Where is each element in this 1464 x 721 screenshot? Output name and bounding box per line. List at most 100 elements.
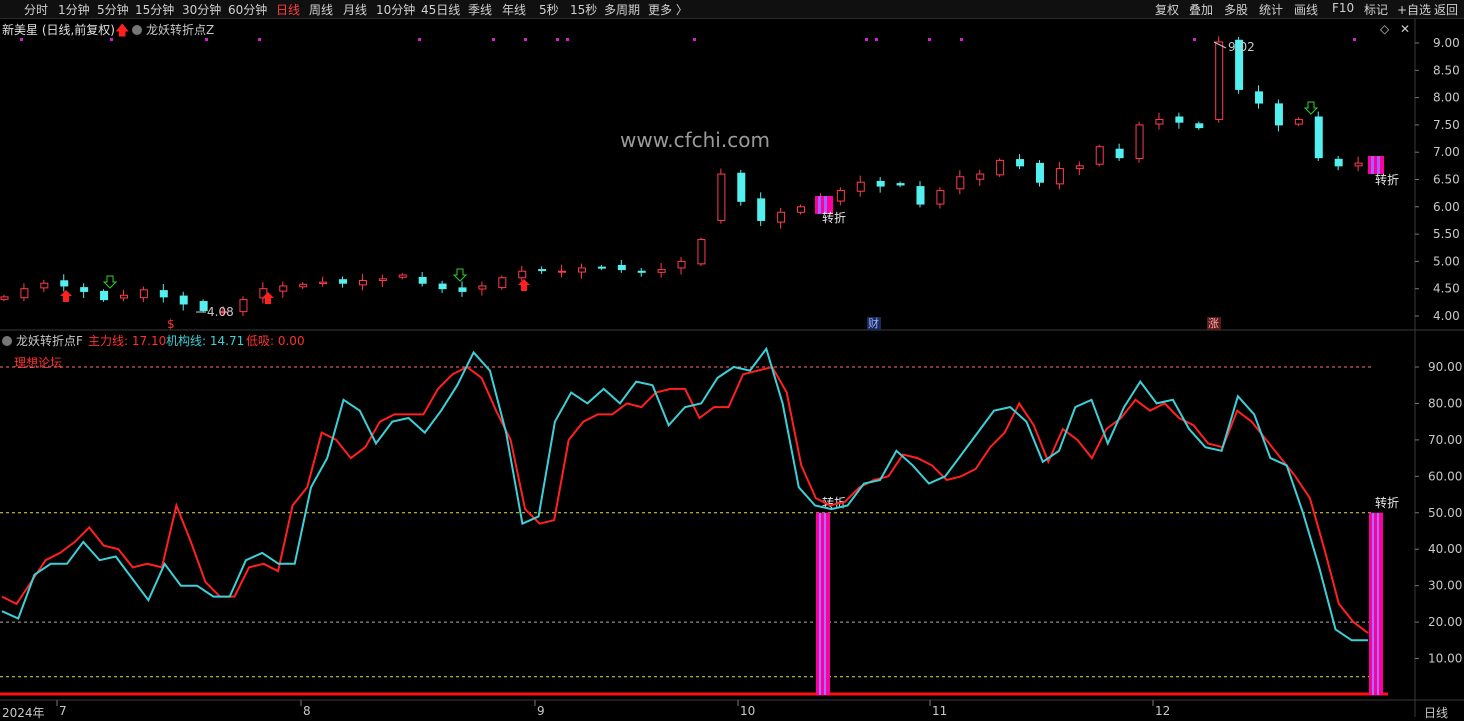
candle-body xyxy=(637,270,646,273)
candle-body xyxy=(836,189,845,202)
candle-body xyxy=(956,176,965,190)
candle-body xyxy=(339,279,348,284)
zhang-marker: 涨 xyxy=(1208,317,1219,330)
candle-body xyxy=(498,277,507,289)
close-icon: ✕ xyxy=(1400,22,1410,36)
buy-arrow-icon xyxy=(60,290,72,302)
candle-body xyxy=(40,282,49,289)
event-dot xyxy=(960,38,963,41)
candle-body xyxy=(100,290,109,301)
value-tick-label: 60.00 xyxy=(1428,469,1462,483)
event-dot xyxy=(693,38,696,41)
candle-body xyxy=(518,270,527,279)
candle-body xyxy=(478,285,487,290)
event-dot xyxy=(566,38,569,41)
month-label: 8 xyxy=(303,704,311,717)
candle-body xyxy=(398,274,407,278)
candle-body xyxy=(1055,168,1064,185)
low-price-label: 4.08 xyxy=(207,305,234,319)
candle-body xyxy=(159,290,168,298)
candle-body xyxy=(1115,148,1124,159)
signal-stripe xyxy=(1377,156,1380,174)
candle-body xyxy=(697,239,706,265)
event-dot xyxy=(524,38,527,41)
candle-body xyxy=(1035,162,1044,183)
candle-body xyxy=(1016,159,1025,167)
price-tick-label: 5.50 xyxy=(1433,227,1460,241)
buy-arrow-icon xyxy=(518,279,530,291)
candle-body xyxy=(279,285,288,292)
value-tick-label: 40.00 xyxy=(1428,542,1462,556)
candle-body xyxy=(617,264,626,271)
month-label: 11 xyxy=(932,704,947,717)
event-dot xyxy=(928,38,931,41)
month-label: 9 xyxy=(537,704,545,717)
candle-body xyxy=(1175,116,1184,123)
candle-body xyxy=(558,270,567,273)
high-price-label: 9.02 xyxy=(1228,40,1255,54)
month-label: 12 xyxy=(1155,704,1170,717)
candle-body xyxy=(896,183,905,186)
candle-body xyxy=(976,173,985,180)
dollar-marker: $ xyxy=(167,317,175,331)
signal-column-stripe xyxy=(819,512,821,695)
candle-body xyxy=(438,283,447,290)
value-tick-label: 30.00 xyxy=(1428,579,1462,593)
event-dot xyxy=(556,38,559,41)
month-label: 7 xyxy=(59,704,67,717)
value-tick-label: 80.00 xyxy=(1428,396,1462,410)
candle-body xyxy=(378,278,387,282)
stock-chart[interactable]: ◇ ✕ 9.00 8.50 8.00 7.50 7.00 6.50 6.00 5.50 5.00 4.… xyxy=(0,0,1464,717)
signal-column-stripe xyxy=(1372,512,1374,695)
candle-body xyxy=(1255,91,1264,104)
candle-body xyxy=(1354,162,1363,167)
price-tick-label: 8.00 xyxy=(1433,91,1460,105)
price-tick-label: 5.00 xyxy=(1433,254,1460,268)
value-tick-label: 20.00 xyxy=(1428,615,1462,629)
candle-body xyxy=(239,299,248,313)
event-dot xyxy=(110,38,113,41)
candle-body xyxy=(319,281,328,285)
candle-body xyxy=(757,198,766,221)
candle-body xyxy=(777,211,786,223)
signal-box xyxy=(1368,156,1384,174)
candle-body xyxy=(358,280,367,286)
event-dot xyxy=(20,38,23,41)
candle-body xyxy=(1215,41,1224,120)
candle-body xyxy=(797,206,806,213)
candle-body xyxy=(418,277,427,284)
price-tick-label: 7.50 xyxy=(1433,118,1460,132)
event-dot xyxy=(1193,38,1196,41)
candle-body xyxy=(1294,118,1303,125)
event-dot xyxy=(492,38,495,41)
value-tick-label: 10.00 xyxy=(1428,652,1462,666)
cai-marker: 财 xyxy=(868,316,879,330)
signal-column xyxy=(816,512,830,695)
candle-body xyxy=(1274,103,1283,126)
signal-column-stripe xyxy=(824,512,826,695)
candle-body xyxy=(1195,123,1204,129)
candle-body xyxy=(1334,158,1343,167)
candle-body xyxy=(458,287,467,292)
price-tick-label: 4.00 xyxy=(1433,309,1460,323)
candle-body xyxy=(577,267,586,273)
candle-body xyxy=(60,280,69,287)
candle-body xyxy=(1155,118,1164,125)
candle-body xyxy=(119,294,128,299)
sell-arrow-icon xyxy=(102,275,118,289)
price-tick-label: 7.00 xyxy=(1433,145,1460,159)
candle-body xyxy=(179,295,188,305)
event-dot xyxy=(865,38,868,41)
event-dot xyxy=(1353,38,1356,41)
candle-body xyxy=(996,159,1005,176)
signal-label: 转折 xyxy=(822,210,846,225)
value-tick-label: 70.00 xyxy=(1428,433,1462,447)
sub-signal-label: 转折 xyxy=(1375,495,1399,510)
candle-body xyxy=(80,287,89,292)
candle-body xyxy=(876,180,885,187)
candle-body xyxy=(677,260,686,269)
signal-label: 转折 xyxy=(1375,172,1399,187)
candle-body xyxy=(0,296,9,300)
candle-body xyxy=(737,172,746,202)
candle-body xyxy=(916,186,925,205)
